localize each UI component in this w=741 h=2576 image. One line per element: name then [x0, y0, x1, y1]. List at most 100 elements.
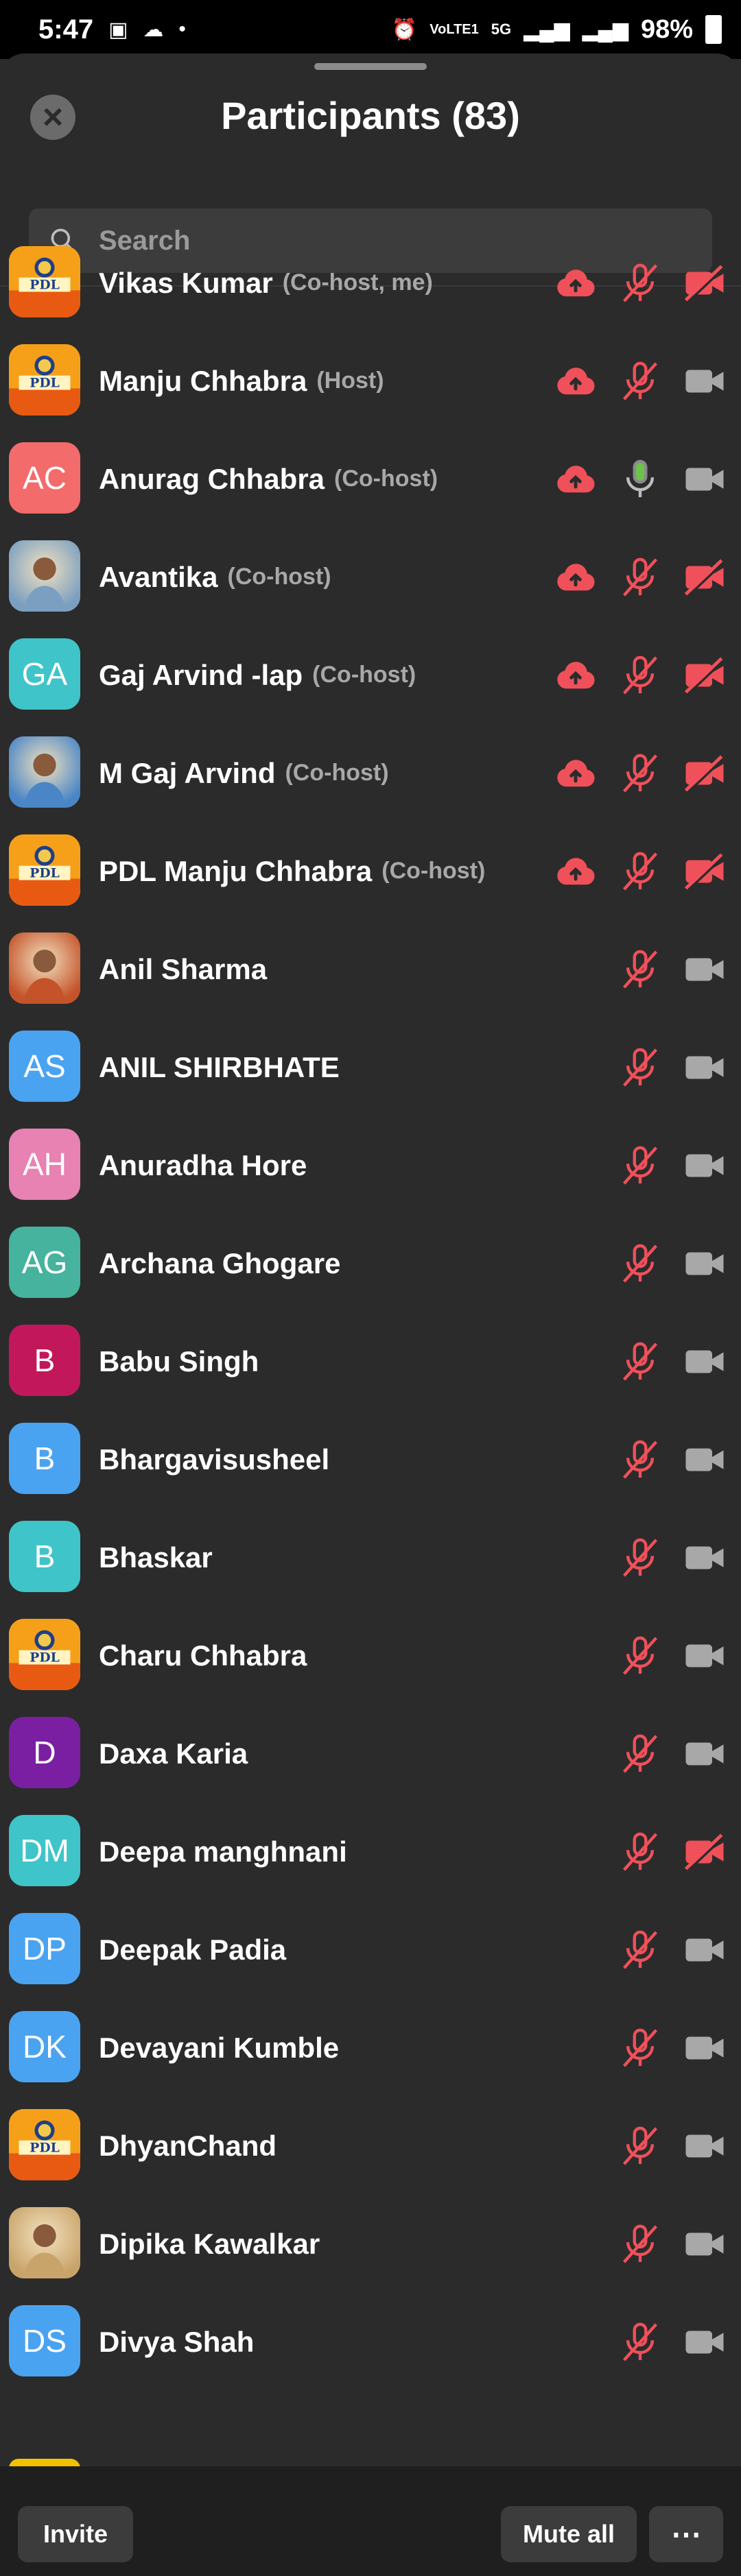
participant-row[interactable]: D Daxa Karia	[0, 1705, 741, 1803]
video-camera-icon[interactable]	[678, 2123, 731, 2169]
video-camera-icon[interactable]	[678, 359, 731, 404]
participant-row[interactable]: Avantika (Co-host)	[0, 528, 741, 626]
mic-muted-icon[interactable]	[613, 359, 667, 404]
mic-muted-icon[interactable]	[613, 1045, 667, 1090]
video-camera-icon[interactable]	[678, 1731, 731, 1777]
mic-muted-icon[interactable]	[613, 1339, 667, 1384]
participant-name-wrap: Anil Sharma	[99, 920, 267, 1018]
notification-dot-icon: •	[178, 18, 186, 40]
mute-all-button[interactable]: Mute all	[501, 2506, 637, 2562]
avatar	[9, 736, 80, 808]
participant-row[interactable]: AC Anurag Chhabra (Co-host)	[0, 430, 741, 528]
participant-row[interactable]: DP Deepak Padia	[0, 1901, 741, 1999]
participant-name: Anil Sharma	[99, 952, 268, 985]
video-camera-icon[interactable]	[678, 2222, 731, 2267]
video-camera-icon[interactable]	[678, 1927, 731, 1973]
video-camera-icon[interactable]	[678, 1339, 731, 1384]
participant-row[interactable]: M Gaj Arvind (Co-host)	[0, 724, 741, 822]
participant-row[interactable]: DM Deepa manghnani	[0, 1803, 741, 1901]
video-off-icon[interactable]	[678, 555, 731, 600]
participant-row[interactable]: AH Anuradha Hore	[0, 1116, 741, 1214]
mic-muted-icon[interactable]	[613, 2123, 667, 2169]
participant-status-icons	[538, 234, 731, 332]
participant-role: (Co-host)	[285, 760, 389, 786]
participant-row[interactable]: Anil Sharma	[0, 920, 741, 1018]
video-camera-icon[interactable]	[678, 2025, 731, 2071]
participant-status-icons	[602, 1116, 731, 1214]
participant-row[interactable]: PDL Manju Chhabra (Host)	[0, 332, 741, 430]
participant-role: (Co-host)	[312, 662, 416, 688]
participant-row[interactable]: B Babu Singh	[0, 1312, 741, 1410]
participant-row[interactable]: B Bhargavisusheel	[0, 1410, 741, 1508]
video-camera-icon[interactable]	[678, 1535, 731, 1580]
mic-muted-icon[interactable]	[613, 1241, 667, 1286]
video-camera-icon[interactable]	[678, 1045, 731, 1090]
avatar: DM	[9, 1815, 80, 1886]
video-off-icon[interactable]	[678, 261, 731, 306]
participant-list: PDL Vikas Kumar (Co-host, me) PDL Manju Chha…	[0, 234, 741, 2391]
drag-handle[interactable]	[314, 63, 427, 70]
participant-status-icons	[602, 1999, 731, 2097]
mic-muted-icon[interactable]	[613, 1829, 667, 1875]
participant-row[interactable]: DS Divya Shah	[0, 2293, 741, 2391]
participant-row[interactable]: PDL PDL Manju Chhabra (Co-host)	[0, 822, 741, 920]
mic-muted-icon[interactable]	[613, 751, 667, 796]
participant-name: DhyanChand	[99, 2129, 277, 2162]
participant-row[interactable]: B Bhaskar	[0, 1508, 741, 1606]
participant-name-wrap: Archana Ghogare	[99, 1214, 340, 1312]
mic-active-icon[interactable]	[613, 457, 667, 502]
mic-muted-icon[interactable]	[613, 1927, 667, 1973]
participant-row[interactable]: Dipika Kawalkar	[0, 2195, 741, 2293]
mic-muted-icon[interactable]	[613, 1633, 667, 1678]
mic-muted-icon[interactable]	[613, 947, 667, 992]
participant-status-icons	[602, 1606, 731, 1705]
mic-muted-icon[interactable]	[613, 261, 667, 306]
video-camera-icon[interactable]	[678, 457, 731, 502]
mic-muted-icon[interactable]	[613, 1437, 667, 1482]
avatar	[9, 932, 80, 1004]
participant-status-icons	[538, 822, 731, 920]
participant-row[interactable]: PDL Charu Chhabra	[0, 1606, 741, 1705]
cloud-recording-icon	[549, 261, 602, 306]
participant-name: Divya Shah	[99, 2325, 255, 2358]
mic-muted-icon[interactable]	[613, 2222, 667, 2267]
participant-status-icons	[538, 626, 731, 724]
participant-row[interactable]: DK Devayani Kumble	[0, 1999, 741, 2097]
participant-row[interactable]: PDL DhyanChand	[0, 2097, 741, 2195]
participant-status-icons	[538, 724, 731, 822]
video-camera-icon[interactable]	[678, 1633, 731, 1678]
avatar: B	[9, 1325, 80, 1396]
mic-muted-icon[interactable]	[613, 849, 667, 894]
mic-muted-icon[interactable]	[613, 653, 667, 698]
participant-name: Daxa Karia	[99, 1737, 248, 1770]
mic-muted-icon[interactable]	[613, 2025, 667, 2071]
participant-name: ANIL SHIRBHATE	[99, 1050, 340, 1083]
invite-button[interactable]: Invite	[18, 2506, 133, 2562]
video-off-icon[interactable]	[678, 1829, 731, 1875]
mic-muted-icon[interactable]	[613, 1535, 667, 1580]
video-off-icon[interactable]	[678, 751, 731, 796]
participant-role: (Co-host, me)	[282, 269, 433, 296]
more-options-button[interactable]: ⋯	[649, 2506, 723, 2562]
svg-text:PDL: PDL	[30, 277, 59, 292]
participant-name: M Gaj Arvind	[99, 756, 276, 789]
status-time: 5:47	[38, 14, 94, 45]
video-camera-icon[interactable]	[678, 947, 731, 992]
participant-row[interactable]: AG Archana Ghogare	[0, 1214, 741, 1312]
participant-row[interactable]: GA Gaj Arvind -lap (Co-host)	[0, 626, 741, 724]
mic-muted-icon[interactable]	[613, 555, 667, 600]
video-camera-icon[interactable]	[678, 2320, 731, 2365]
video-camera-icon[interactable]	[678, 1241, 731, 1286]
participant-name-wrap: Charu Chhabra	[99, 1606, 307, 1705]
mic-muted-icon[interactable]	[613, 2320, 667, 2365]
mic-muted-icon[interactable]	[613, 1143, 667, 1188]
participant-row[interactable]: AS ANIL SHIRBHATE	[0, 1018, 741, 1116]
video-off-icon[interactable]	[678, 653, 731, 698]
video-off-icon[interactable]	[678, 849, 731, 894]
participant-role: (Host)	[316, 368, 384, 394]
participant-row[interactable]: PDL Vikas Kumar (Co-host, me)	[0, 234, 741, 332]
video-camera-icon[interactable]	[678, 1143, 731, 1188]
mic-muted-icon[interactable]	[613, 1731, 667, 1777]
avatar: PDL	[9, 344, 80, 416]
video-camera-icon[interactable]	[678, 1437, 731, 1482]
